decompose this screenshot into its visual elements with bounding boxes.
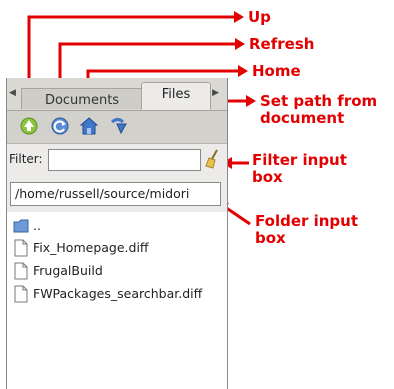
tab-scroll-right-icon[interactable]: ▶ xyxy=(212,88,219,98)
list-item[interactable]: FrugalBuild xyxy=(13,261,227,281)
filter-label: Filter: xyxy=(9,152,43,166)
annotation-refresh: Refresh xyxy=(249,35,315,53)
tab-documents[interactable]: Documents xyxy=(21,88,143,109)
file-icon xyxy=(14,285,28,303)
list-item-label: .. xyxy=(33,218,41,233)
arrow-up-icon xyxy=(20,117,38,135)
up-button[interactable] xyxy=(19,116,39,136)
annotation-folder-line1: Folder input xyxy=(255,212,359,230)
list-item[interactable]: Fix_Homepage.diff xyxy=(13,238,227,258)
home-icon xyxy=(79,117,99,135)
tab-files[interactable]: Files xyxy=(141,82,211,110)
annotation-filter: Filter input box xyxy=(252,152,347,186)
tab-scroll-left-icon[interactable]: ◀ xyxy=(9,88,16,98)
annotation-up: Up xyxy=(248,8,271,26)
annotation-filter-line1: Filter input xyxy=(252,151,347,169)
refresh-button[interactable] xyxy=(50,116,70,136)
filter-row: Filter: xyxy=(7,144,227,176)
annotation-filter-line2: box xyxy=(252,168,283,186)
list-item[interactable]: FWPackages_searchbar.diff xyxy=(13,284,227,304)
folder-row: /home/russell/source/midori xyxy=(7,176,227,212)
annotation-folder: Folder input box xyxy=(255,213,358,247)
list-item-label: FWPackages_searchbar.diff xyxy=(33,286,203,301)
tab-bar: ◀ Documents Files ▶ xyxy=(7,78,227,111)
file-icon xyxy=(14,239,28,257)
file-browser-panel: ◀ Documents Files ▶ Filter: /home/russel… xyxy=(6,78,228,389)
annotation-set-path-line2: document xyxy=(260,109,345,127)
annotation-folder-line2: box xyxy=(255,229,286,247)
annotation-set-path-line1: Set path from xyxy=(260,92,378,110)
folder-input[interactable]: /home/russell/source/midori xyxy=(10,182,221,206)
list-item-label: Fix_Homepage.diff xyxy=(33,240,149,255)
file-list: .. Fix_Homepage.diff FrugalBuild FWPacka… xyxy=(7,216,227,389)
broom-icon xyxy=(205,149,218,169)
tab-files-label: Files xyxy=(161,87,191,102)
filter-clear-button[interactable] xyxy=(203,148,223,170)
file-icon xyxy=(14,262,28,280)
folder-icon xyxy=(13,219,29,233)
refresh-icon xyxy=(51,117,69,135)
home-button[interactable] xyxy=(79,116,99,136)
toolbar xyxy=(7,111,227,144)
list-item-label: FrugalBuild xyxy=(33,263,103,278)
set-path-icon xyxy=(111,118,127,135)
filter-input[interactable] xyxy=(48,149,201,171)
annotation-home: Home xyxy=(252,62,301,80)
set-path-button[interactable] xyxy=(108,116,128,136)
tab-documents-label: Documents xyxy=(44,93,120,108)
annotation-set-path: Set path from document xyxy=(260,93,377,127)
list-item-parent-folder[interactable]: .. xyxy=(13,216,227,236)
